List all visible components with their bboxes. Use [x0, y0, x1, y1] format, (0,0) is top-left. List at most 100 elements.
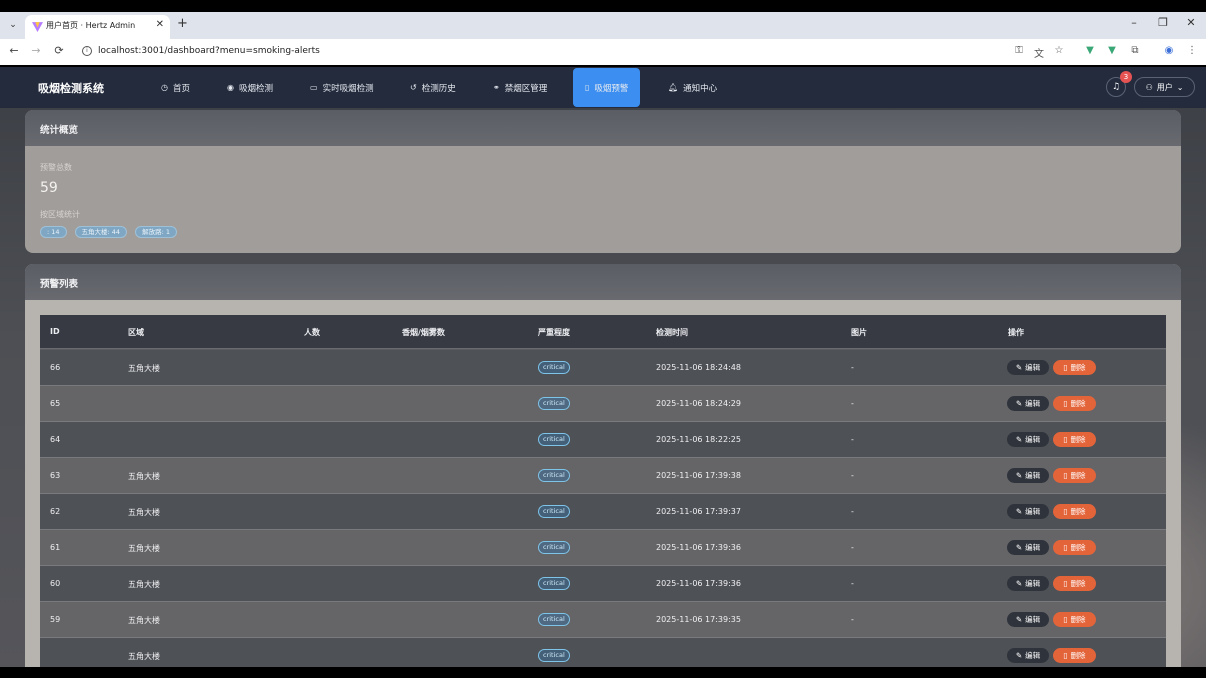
trash-icon: ▯ — [1063, 579, 1068, 588]
translate-icon[interactable]: 文 — [1032, 45, 1046, 60]
browser-tab-bar: ⌄ 用户首页 · Hertz Admin ✕ + – ❐ ✕ — [0, 12, 1206, 39]
edit-label: 编辑 — [1025, 507, 1041, 516]
zone-chips: : 14 五角大楼: 44 解放路: 1 — [40, 226, 177, 238]
edit-button[interactable]: ✎ 编辑 — [1007, 648, 1049, 663]
edit-label: 编辑 — [1025, 651, 1041, 660]
edit-button[interactable]: ✎ 编辑 — [1007, 432, 1049, 447]
nav-item-notification-center[interactable]: 🔔︎ 通知中心 — [668, 67, 717, 108]
severity-tag: critical — [538, 541, 570, 554]
col-id: ID — [50, 327, 60, 336]
edit-button[interactable]: ✎ 编辑 — [1007, 360, 1049, 375]
cell-image: - — [851, 507, 854, 516]
cell-detect-time: 2025-11-06 18:24:48 — [656, 363, 741, 372]
forward-button[interactable]: → — [29, 44, 43, 57]
site-info-icon[interactable]: i — [82, 46, 92, 56]
profile-icon[interactable]: ◉ — [1162, 45, 1176, 56]
zone-stats-label: 按区域统计 — [40, 210, 80, 219]
zone-chip: : 14 — [40, 226, 67, 238]
delete-button[interactable]: ▯ 删除 — [1053, 396, 1096, 411]
cell-id: 60 — [50, 579, 61, 588]
delete-button[interactable]: ▯ 删除 — [1053, 468, 1096, 483]
cell-id: 59 — [50, 615, 61, 624]
new-tab-button[interactable]: + — [177, 16, 188, 31]
address-bar[interactable]: i localhost:3001/dashboard?menu=smoking-… — [74, 42, 1074, 62]
edit-label: 编辑 — [1025, 471, 1041, 480]
delete-button[interactable]: ▯ 删除 — [1053, 360, 1096, 375]
delete-button[interactable]: ▯ 删除 — [1053, 504, 1096, 519]
edit-button[interactable]: ✎ 编辑 — [1007, 396, 1049, 411]
severity-tag: critical — [538, 505, 570, 518]
nav-item-label: 吸烟预警 — [594, 83, 629, 94]
address-url[interactable]: localhost:3001/dashboard?menu=smoking-al… — [98, 46, 320, 56]
table-row: 64 critical 2025-11-06 18:22:25 - ✎ 编辑 ▯ 删除 — [40, 422, 1166, 458]
nav-item-detection-history[interactable]: ↺ 检测历史 — [410, 67, 456, 108]
table-row: 65 critical 2025-11-06 18:24:29 - ✎ 编辑 ▯ 删除 — [40, 386, 1166, 422]
alerts-table: ID 区域 人数 香烟/烟雾数 严重程度 检测时间 图片 操作 66 五角大楼 cr… — [40, 315, 1166, 667]
bell-icon: ♫ — [1111, 82, 1121, 92]
tab-close-icon[interactable]: ✕ — [156, 19, 164, 30]
trash-icon: ▯ — [1063, 471, 1068, 480]
delete-button[interactable]: ▯ 删除 — [1053, 612, 1096, 627]
cell-image: - — [851, 579, 854, 588]
cell-zone: 五角大楼 — [128, 616, 160, 625]
top-navbar: 吸烟检测系统 ◷ 首页 ◉ 吸烟检测 ▭ 实时吸烟检测 ↺ 检测历史 ⚭ 禁烟区… — [0, 67, 1206, 108]
delete-button[interactable]: ▯ 删除 — [1053, 576, 1096, 591]
browser-tab-active[interactable]: 用户首页 · Hertz Admin ✕ — [25, 15, 170, 39]
stats-card-title: 统计概览 — [25, 110, 1181, 146]
vue-extension-icon[interactable]: ▼ — [1105, 45, 1119, 56]
nav-item-smoking-detection[interactable]: ◉ 吸烟检测 — [227, 67, 273, 108]
trash-icon: ▯ — [1063, 651, 1068, 660]
delete-button[interactable]: ▯ 删除 — [1053, 432, 1096, 447]
minimize-button[interactable]: – — [1126, 16, 1142, 29]
severity-tag: critical — [538, 649, 570, 662]
col-severity: 严重程度 — [538, 328, 570, 337]
tab-list-button[interactable]: ⌄ — [5, 17, 21, 33]
cell-detect-time: 2025-11-06 18:24:29 — [656, 399, 741, 408]
nav-item-smoking-alerts[interactable]: ▯ 吸烟预警 — [573, 68, 641, 107]
zone-chip: 五角大楼: 44 — [74, 226, 128, 238]
nav-item-no-smoking-zones[interactable]: ⚭ 禁烟区管理 — [493, 67, 547, 108]
password-key-icon[interactable]: ⚿ — [1012, 45, 1026, 56]
col-detect-time: 检测时间 — [656, 328, 688, 337]
bookmark-star-icon[interactable]: ☆ — [1052, 45, 1066, 56]
edit-button[interactable]: ✎ 编辑 — [1007, 576, 1049, 591]
cell-id: 61 — [50, 543, 61, 552]
edit-button[interactable]: ✎ 编辑 — [1007, 540, 1049, 555]
cell-image: - — [851, 435, 854, 444]
extensions-puzzle-icon[interactable]: ⧉ — [1128, 45, 1142, 56]
back-button[interactable]: ← — [7, 44, 21, 57]
edit-pencil-icon: ✎ — [1015, 399, 1023, 408]
cell-id: 63 — [50, 471, 61, 480]
alerts-list-card: 预警列表 ID 区域 人数 香烟/烟雾数 严重程度 检测时间 图片 操作 66 五… — [25, 264, 1181, 667]
edit-button[interactable]: ✎ 编辑 — [1007, 468, 1049, 483]
nav-item-home[interactable]: ◷ 首页 — [161, 67, 190, 108]
table-row: 62 五角大楼 critical 2025-11-06 17:39:37 - ✎ 编辑 ▯ 删除 — [40, 494, 1166, 530]
restore-button[interactable]: ❐ — [1155, 16, 1171, 29]
edit-button[interactable]: ✎ 编辑 — [1007, 612, 1049, 627]
col-actions: 操作 — [1008, 328, 1024, 337]
edit-pencil-icon: ✎ — [1015, 543, 1023, 552]
trash-icon: ▯ — [1063, 399, 1068, 408]
cell-id: 65 — [50, 399, 61, 408]
user-icon: ⚇ — [1145, 82, 1153, 92]
reload-button[interactable]: ⟳ — [52, 44, 66, 57]
severity-tag: critical — [538, 361, 570, 374]
nav-item-label: 检测历史 — [421, 83, 456, 94]
nav-item-label: 禁烟区管理 — [504, 83, 548, 94]
chevron-down-icon: ⌄ — [1176, 82, 1184, 92]
delete-button[interactable]: ▯ 删除 — [1053, 648, 1096, 663]
app-brand[interactable]: 吸烟检测系统 — [38, 80, 104, 96]
severity-tag: critical — [538, 577, 570, 590]
edit-label: 编辑 — [1025, 399, 1041, 408]
table-row: 66 五角大楼 critical 2025-11-06 18:24:48 - ✎ 编辑 ▯ 删除 — [40, 350, 1166, 386]
menu-kebab-icon[interactable]: ⋮ — [1185, 45, 1199, 56]
vue-devtools-icon[interactable]: ▼ — [1083, 45, 1097, 56]
nav-item-realtime-detection[interactable]: ▭ 实时吸烟检测 — [310, 67, 374, 108]
app-viewport: 吸烟检测系统 ◷ 首页 ◉ 吸烟检测 ▭ 实时吸烟检测 ↺ 检测历史 ⚭ 禁烟区… — [0, 67, 1206, 667]
user-menu-button[interactable]: ⚇ 用户 ⌄ — [1134, 77, 1195, 97]
edit-button[interactable]: ✎ 编辑 — [1007, 504, 1049, 519]
window-close-button[interactable]: ✕ — [1183, 16, 1199, 29]
edit-label: 编辑 — [1025, 579, 1041, 588]
delete-button[interactable]: ▯ 删除 — [1053, 540, 1096, 555]
delete-label: 删除 — [1070, 615, 1086, 624]
